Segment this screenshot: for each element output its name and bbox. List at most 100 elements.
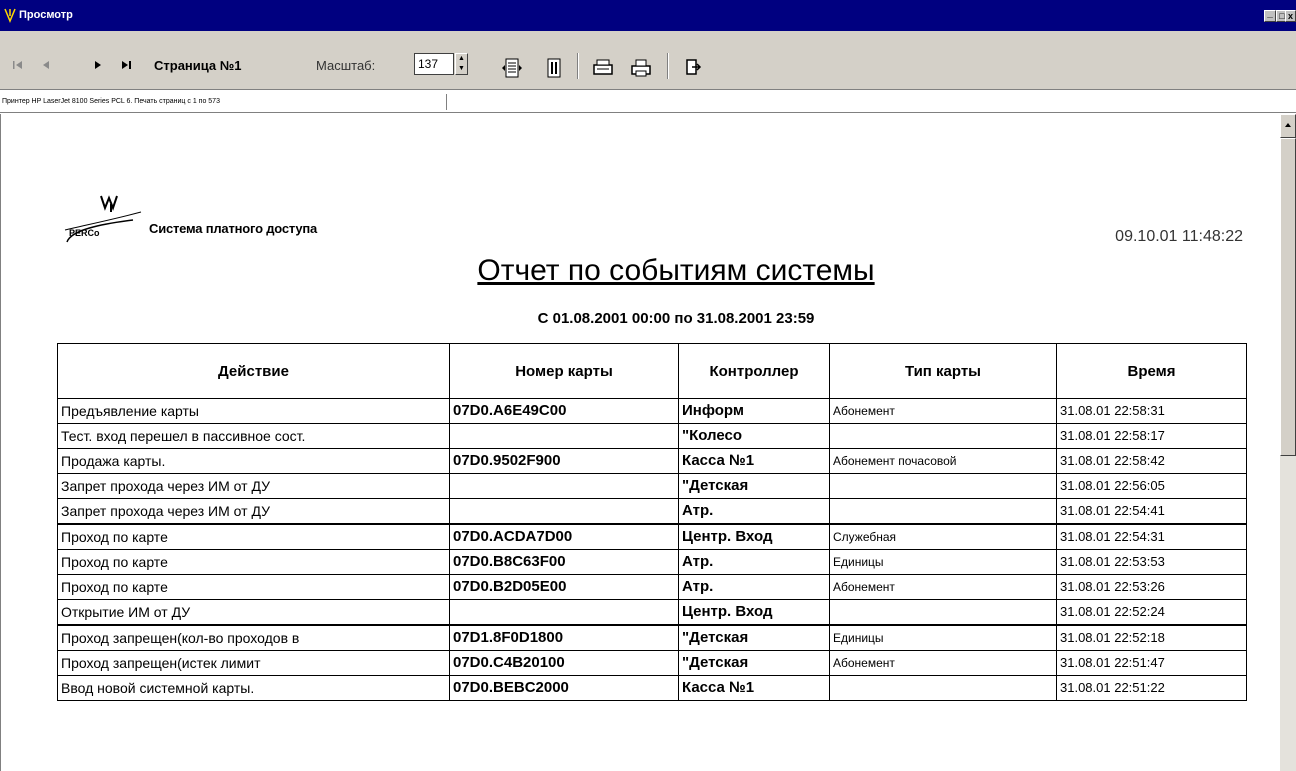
table-row: Предъявление карты 07D0.A6E49C00 Информ Або… (57, 398, 1247, 424)
cell-card-type: Абонемент (829, 398, 1057, 424)
cell-controller: Центр. Вход (678, 599, 830, 626)
cell-controller: Атр. (678, 549, 830, 575)
column-header-card: Номер карты (449, 343, 679, 399)
column-header-card-type: Тип карты (829, 343, 1057, 399)
print-button[interactable] (628, 57, 654, 77)
cell-card (449, 473, 679, 499)
cell-card: 07D0.9502F900 (449, 448, 679, 474)
prev-page-button[interactable] (36, 57, 56, 75)
window-title: Просмотр (19, 9, 73, 21)
print-setup-button[interactable] (590, 57, 616, 75)
cell-time: 31.08.01 22:58:31 (1056, 398, 1247, 424)
print-setup-icon (593, 59, 613, 75)
cell-card: 07D0.B2D05E00 (449, 574, 679, 600)
cell-card-type (829, 423, 1057, 449)
cell-action: Открытие ИМ от ДУ (57, 599, 450, 626)
cell-card-type (829, 599, 1057, 626)
svg-text:PERCo: PERCo (69, 228, 100, 238)
status-divider (446, 94, 447, 110)
cell-card-type: Служебная (829, 523, 1057, 550)
report-datetime: 09.10.01 11:48:22 (1115, 228, 1243, 245)
cell-controller: Касса №1 (678, 675, 830, 701)
cell-action: Проход запрещен(кол-во проходов в (57, 624, 450, 651)
cell-action: Запрет прохода через ИМ от ДУ (57, 498, 450, 525)
cell-card: 07D0.C4B20100 (449, 650, 679, 676)
cell-time: 31.08.01 22:58:42 (1056, 448, 1247, 474)
cell-controller: "Детская (678, 650, 830, 676)
cell-controller: Атр. (678, 574, 830, 600)
close-icon: x (1287, 11, 1293, 21)
full-page-icon (547, 58, 561, 78)
scroll-thumb[interactable] (1280, 138, 1296, 456)
vertical-scrollbar[interactable] (1280, 114, 1296, 771)
cell-action: Проход по карте (57, 549, 450, 575)
cell-action: Проход по карте (57, 574, 450, 600)
cell-action: Проход запрещен(истек лимит (57, 650, 450, 676)
cell-time: 31.08.01 22:56:05 (1056, 473, 1247, 499)
cell-card: 07D0.A6E49C00 (449, 398, 679, 424)
cell-card-type: Единицы (829, 549, 1057, 575)
table-row: Ввод новой системной карты. 07D0.BEBC2000… (57, 675, 1247, 701)
cell-card: 07D1.8F0D1800 (449, 624, 679, 651)
cell-card-type: Абонемент почасовой (829, 448, 1057, 474)
arrow-up-icon (1285, 123, 1291, 127)
cell-controller: "Детская (678, 624, 830, 651)
cell-card-type: Абонемент (829, 650, 1057, 676)
cell-card-type (829, 498, 1057, 525)
exit-button[interactable] (682, 57, 704, 75)
toolbar: Страница №1 Масштаб: 137 ▲ ▼ (0, 31, 1296, 90)
printer-status: Принтер HP LaserJet 8100 Series PCL 6. П… (2, 98, 220, 105)
cell-action: Предъявление карты (57, 398, 450, 424)
cell-time: 31.08.01 22:53:53 (1056, 549, 1247, 575)
cell-controller: "Колесо (678, 423, 830, 449)
cell-time: 31.08.01 22:51:47 (1056, 650, 1247, 676)
cell-action: Запрет прохода через ИМ от ДУ (57, 473, 450, 499)
cell-time: 31.08.01 22:51:22 (1056, 675, 1247, 701)
cell-controller: Касса №1 (678, 448, 830, 474)
status-bar: Принтер HP LaserJet 8100 Series PCL 6. П… (0, 91, 1296, 113)
cell-card (449, 423, 679, 449)
cell-action: Тест. вход перешел в пассивное сост. (57, 423, 450, 449)
cell-card-type: Абонемент (829, 574, 1057, 600)
toolbar-separator (577, 53, 579, 79)
cell-action: Ввод новой системной карты. (57, 675, 450, 701)
scroll-up-button[interactable] (1280, 114, 1296, 138)
cell-controller: Информ (678, 398, 830, 424)
last-page-button[interactable] (116, 57, 138, 75)
page-width-button[interactable] (500, 57, 524, 78)
close-button[interactable]: x (1285, 10, 1296, 22)
preview-viewport[interactable]: PERCo Система платного доступа 09.10.01 … (0, 114, 1280, 771)
zoom-input[interactable]: 137 (414, 53, 454, 75)
spin-down-icon[interactable]: ▼ (456, 64, 467, 74)
title-bar: Просмотр _ □ x (0, 0, 1296, 31)
column-header-time: Время (1056, 343, 1247, 399)
toolbar-separator (667, 53, 669, 79)
cell-time: 31.08.01 22:54:41 (1056, 498, 1247, 525)
company-logo: PERCo (61, 190, 151, 250)
first-page-button[interactable] (8, 57, 28, 75)
prev-page-icon (43, 61, 49, 69)
cell-time: 31.08.01 22:52:24 (1056, 599, 1247, 626)
first-page-icon (13, 61, 22, 69)
column-header-action: Действие (57, 343, 450, 399)
cell-card-type: Единицы (829, 624, 1057, 651)
next-page-button[interactable] (88, 57, 108, 75)
cell-card (449, 599, 679, 626)
last-page-icon (122, 61, 131, 69)
report-period: С 01.08.2001 00:00 по 31.08.2001 23:59 (537, 310, 815, 327)
minimize-button[interactable]: _ (1264, 8, 1276, 22)
exit-icon (686, 59, 702, 75)
next-page-icon (95, 61, 101, 69)
cell-card-type (829, 675, 1057, 701)
table-row: Проход по карте 07D0.ACDA7D00 Центр. Вход С… (57, 523, 1247, 550)
cell-time: 31.08.01 22:54:31 (1056, 523, 1247, 550)
spin-up-icon[interactable]: ▲ (456, 54, 467, 64)
printer-icon (631, 59, 651, 77)
cell-controller: Центр. Вход (678, 523, 830, 550)
table-row: Проход запрещен(кол-во проходов в 07D1.8F… (57, 624, 1247, 651)
full-page-button[interactable] (542, 57, 566, 78)
cell-time: 31.08.01 22:53:26 (1056, 574, 1247, 600)
minimize-icon: _ (1267, 8, 1273, 19)
page-label: Страница №1 (154, 58, 242, 73)
zoom-spinner[interactable]: ▲ ▼ (455, 53, 468, 75)
